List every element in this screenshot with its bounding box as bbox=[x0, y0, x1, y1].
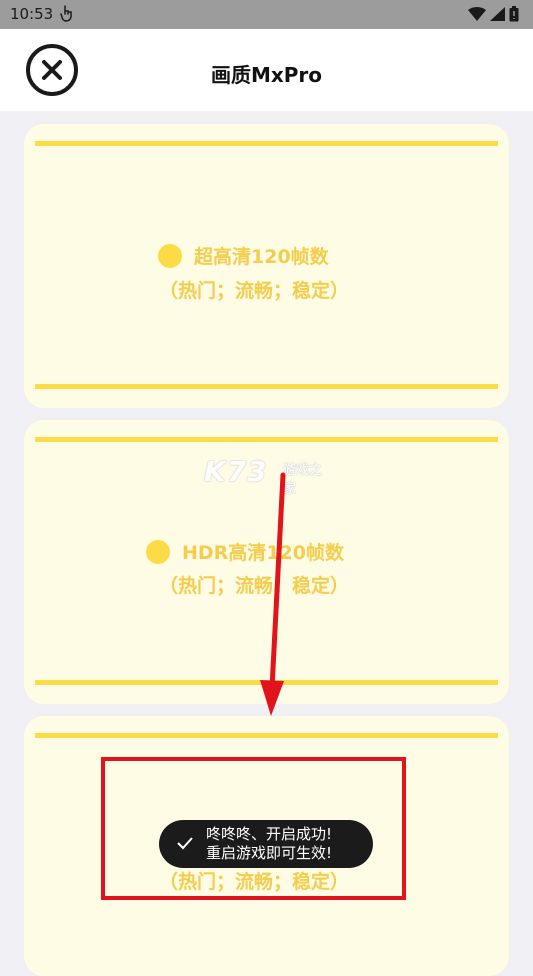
success-toast: 咚咚咚、开启成功! 重启游戏即可生效! bbox=[159, 820, 373, 868]
toast-line-2: 重启游戏即可生效! bbox=[206, 844, 333, 862]
toast-line-1: 咚咚咚、开启成功! bbox=[206, 825, 333, 843]
check-icon bbox=[177, 837, 193, 850]
